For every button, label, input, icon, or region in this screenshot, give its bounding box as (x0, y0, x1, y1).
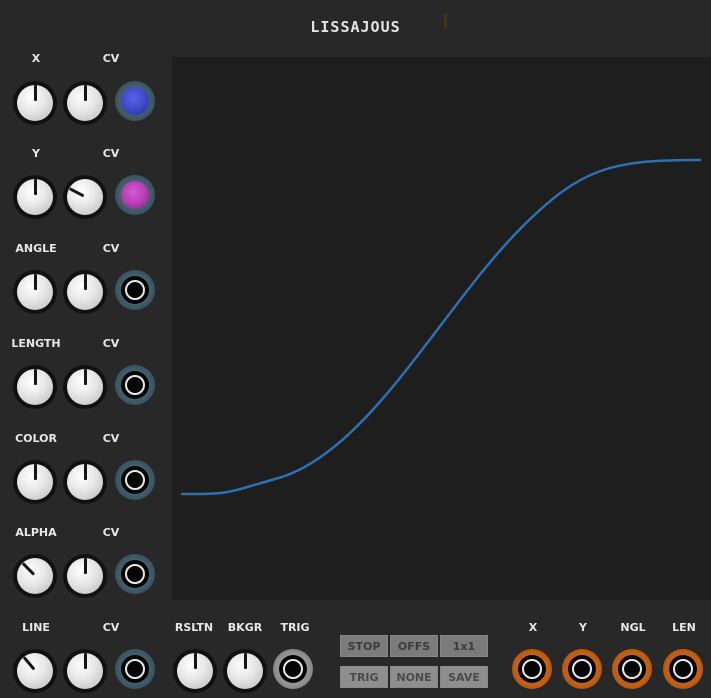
y-label: Y (32, 147, 40, 160)
angle-cv-label: CV (102, 242, 120, 255)
rsltn-label: RSLTN (174, 621, 214, 634)
1x1-button[interactable]: 1x1 (440, 635, 488, 657)
title-marker (444, 14, 447, 28)
ngl-out-label: NGL (620, 621, 646, 634)
length-cv-knob[interactable] (63, 365, 107, 409)
color-cv-label: CV (102, 432, 120, 445)
lissajous-curve (180, 158, 702, 496)
len-out-label: LEN (672, 621, 696, 634)
length-cv-label: CV (102, 337, 120, 350)
x-cv-label: CV (102, 52, 120, 65)
trig-label: TRIG (280, 621, 310, 634)
x-output-jack[interactable] (512, 649, 552, 689)
trig-input-jack[interactable] (273, 649, 313, 689)
offs-button[interactable]: OFFS (390, 635, 438, 657)
color-label: COLOR (15, 432, 57, 445)
x-out-label: X (528, 621, 538, 634)
color-knob[interactable] (13, 460, 57, 504)
y-out-label: Y (579, 621, 587, 634)
angle-knob[interactable] (13, 270, 57, 314)
curve-plot (180, 158, 702, 496)
x-cv-knob[interactable] (63, 81, 107, 125)
y-cv-knob[interactable] (63, 175, 107, 219)
angle-cv-knob[interactable] (63, 270, 107, 314)
length-label: LENGTH (11, 337, 61, 350)
angle-label: ANGLE (15, 242, 57, 255)
x-cable-plug (121, 87, 149, 115)
angle-cv-input-jack[interactable] (115, 270, 155, 310)
x-label: X (31, 52, 41, 65)
length-knob[interactable] (13, 365, 57, 409)
y-knob[interactable] (13, 175, 57, 219)
y-cable-plug (121, 181, 149, 209)
alpha-cv-label: CV (102, 526, 120, 539)
alpha-knob[interactable] (13, 554, 57, 598)
len-output-jack[interactable] (663, 649, 703, 689)
alpha-label: ALPHA (15, 526, 57, 539)
bkgr-label: BKGR (227, 621, 263, 634)
y-cv-label: CV (102, 147, 120, 160)
line-knob[interactable] (13, 649, 57, 693)
line-cv-input-jack[interactable] (115, 649, 155, 689)
line-cv-knob[interactable] (63, 649, 107, 693)
line-label: LINE (22, 621, 50, 634)
lissajous-display (172, 57, 711, 600)
alpha-cv-knob[interactable] (63, 554, 107, 598)
lissajous-module-panel: LISSAJOUS X CV Y CV ANGLE CV LENGTH CV C… (0, 0, 711, 698)
color-cv-input-jack[interactable] (115, 460, 155, 500)
save-button[interactable]: SAVE (440, 666, 488, 688)
ngl-output-jack[interactable] (612, 649, 652, 689)
stop-button[interactable]: STOP (340, 635, 388, 657)
y-cv-input-jack[interactable] (115, 175, 155, 215)
x-cv-input-jack[interactable] (115, 81, 155, 121)
x-knob[interactable] (13, 81, 57, 125)
module-title: LISSAJOUS (310, 18, 401, 36)
line-cv-label: CV (102, 621, 120, 634)
alpha-cv-input-jack[interactable] (115, 554, 155, 594)
color-cv-knob[interactable] (63, 460, 107, 504)
rsltn-knob[interactable] (173, 649, 217, 693)
length-cv-input-jack[interactable] (115, 365, 155, 405)
none-button[interactable]: NONE (390, 666, 438, 688)
y-output-jack[interactable] (562, 649, 602, 689)
trig-button[interactable]: TRIG (340, 666, 388, 688)
bkgr-knob[interactable] (223, 649, 267, 693)
